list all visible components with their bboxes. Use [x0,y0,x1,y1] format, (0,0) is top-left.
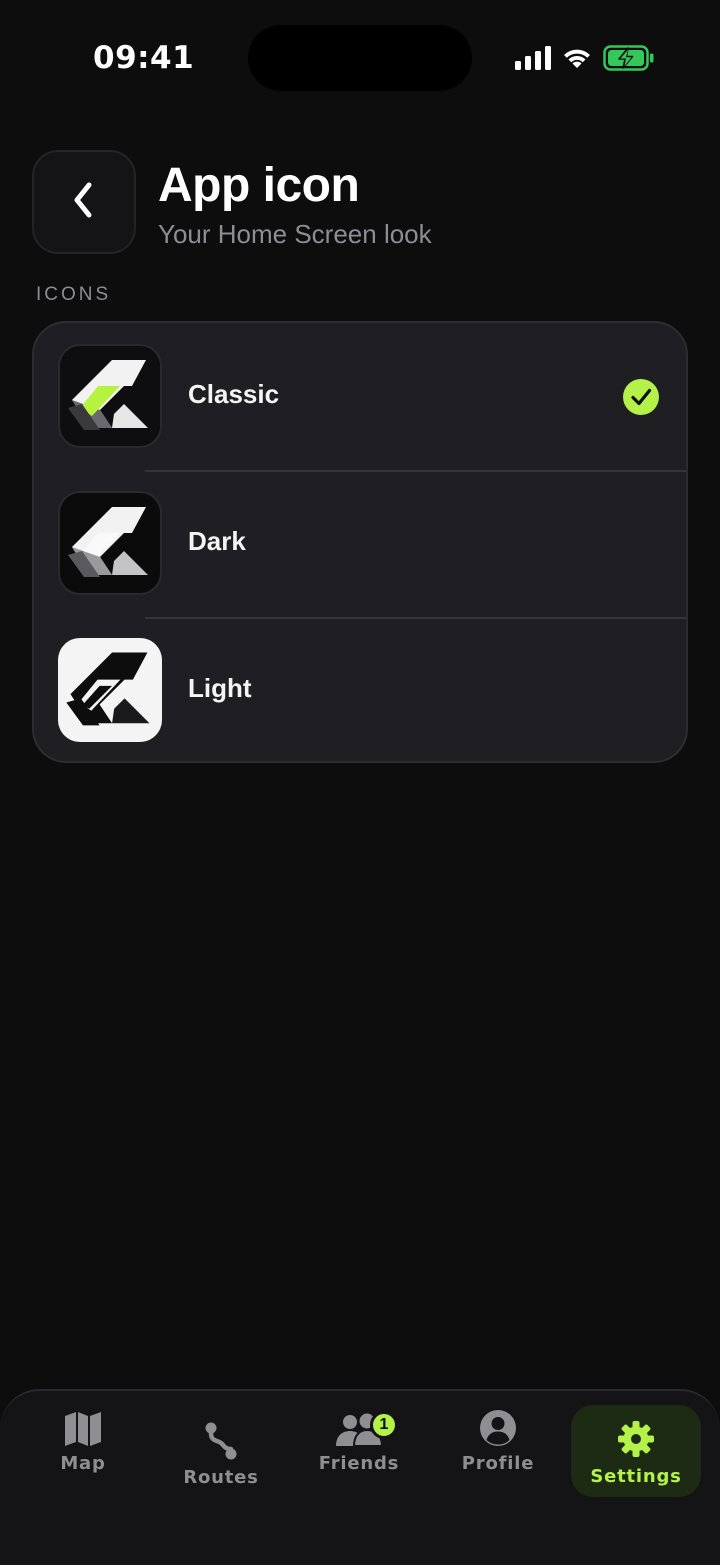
checkmark-icon [622,378,660,416]
icon-option-light[interactable]: Light [34,617,686,761]
wifi-icon [561,46,593,70]
tab-bar: Map Routes 1 Friends Profile Settings [0,1389,720,1565]
page-title: App icon [158,159,360,212]
icon-option-dark[interactable]: Dark [34,470,686,617]
dynamic-island [248,25,472,91]
gear-icon [617,1416,655,1458]
icon-option-classic[interactable]: Classic [34,323,686,470]
page-subtitle: Your Home Screen look [158,219,432,249]
tab-routes[interactable]: Routes [156,1419,286,1511]
section-label: ICONS [36,284,112,305]
status-icons [515,44,655,72]
tab-friends[interactable]: 1 Friends [294,1405,424,1497]
map-icon [64,1405,102,1447]
signal-icon [515,46,551,70]
back-button[interactable] [32,150,136,254]
light-app-icon [58,638,162,742]
chevron-left-icon [69,180,99,225]
route-icon [203,1419,239,1461]
icon-option-label: Dark [188,526,246,556]
tab-label: Settings [590,1465,682,1487]
status-bar: 09:41 [0,0,720,110]
tab-label: Routes [183,1467,259,1488]
tab-label: Profile [461,1453,535,1474]
icon-option-label: Classic [188,379,280,409]
battery-charging-icon [603,45,655,71]
tab-map[interactable]: Map [18,1405,148,1497]
tab-label: Map [60,1453,106,1474]
notification-badge: 1 [370,1411,398,1439]
status-time: 09:41 [93,40,195,76]
icon-options-card: Classic Dark Light [32,321,688,763]
profile-icon [479,1405,517,1447]
classic-app-icon [58,344,162,448]
dark-app-icon [58,491,162,595]
tab-profile[interactable]: Profile [433,1405,563,1497]
icon-option-label: Light [188,673,252,703]
tab-label: Friends [318,1453,400,1474]
tab-settings[interactable]: Settings [571,1405,701,1497]
